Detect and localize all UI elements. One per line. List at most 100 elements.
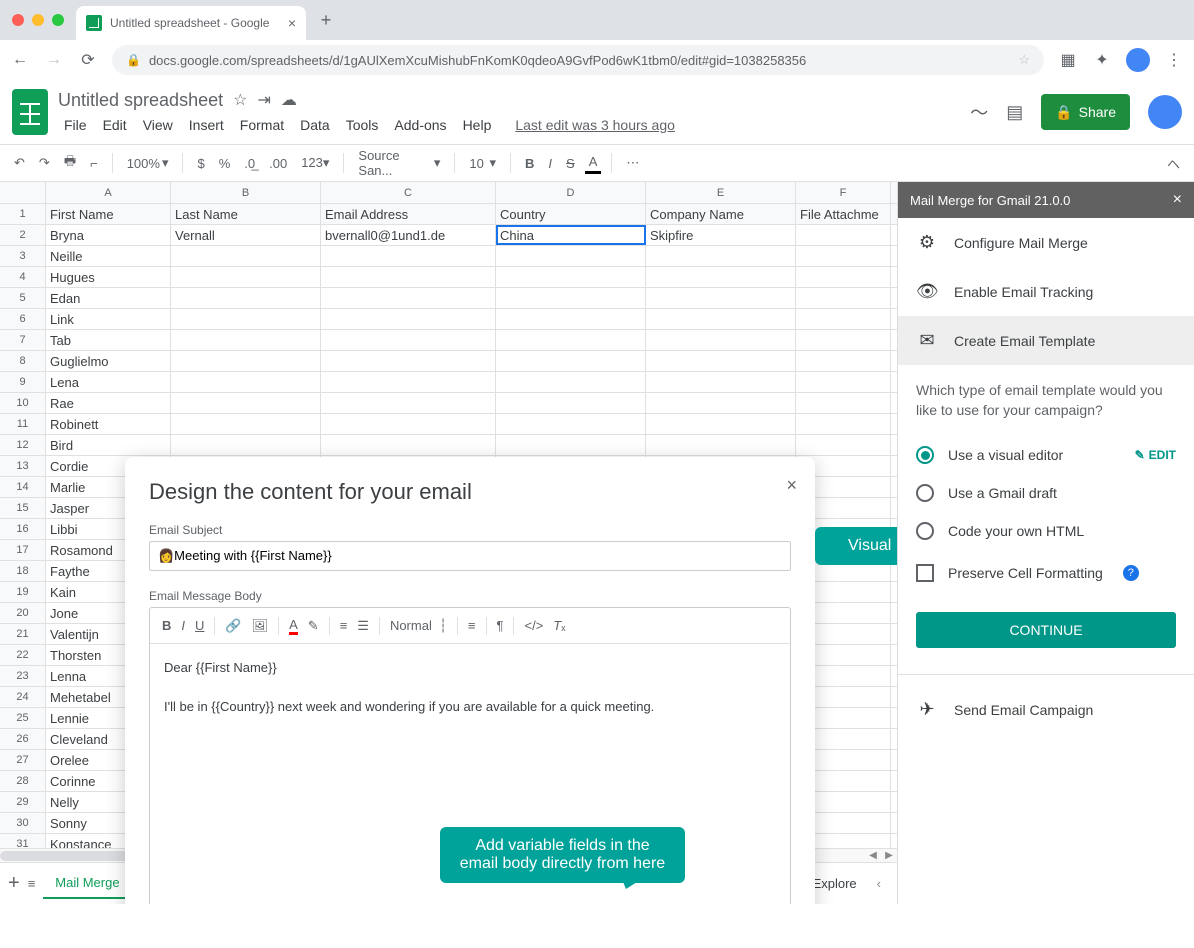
cell[interactable] bbox=[496, 246, 646, 266]
row-number[interactable]: 26 bbox=[0, 729, 46, 749]
cell[interactable]: Vernall bbox=[171, 225, 321, 245]
cloud-status-icon[interactable]: ☁ bbox=[281, 90, 297, 110]
radio-gmail-draft[interactable]: Use a Gmail draft bbox=[898, 474, 1194, 512]
radio-own-html[interactable]: Code your own HTML bbox=[898, 512, 1194, 550]
collapse-explore-icon[interactable]: ‹ bbox=[877, 876, 881, 891]
col-head-f[interactable]: F bbox=[796, 182, 891, 203]
paint-format-icon[interactable]: ⌐ bbox=[86, 154, 102, 173]
bold-icon[interactable]: B bbox=[521, 154, 538, 173]
account-avatar[interactable] bbox=[1148, 95, 1182, 129]
cell[interactable] bbox=[171, 330, 321, 350]
back-icon[interactable]: ← bbox=[10, 51, 30, 69]
sheets-logo-icon[interactable] bbox=[12, 89, 48, 135]
cell[interactable] bbox=[796, 246, 891, 266]
cell[interactable] bbox=[171, 351, 321, 371]
row-number[interactable]: 3 bbox=[0, 246, 46, 266]
cell[interactable] bbox=[496, 435, 646, 455]
more-toolbar-icon[interactable]: ⋯ bbox=[622, 153, 643, 173]
row-number[interactable]: 23 bbox=[0, 666, 46, 686]
cell[interactable] bbox=[796, 435, 891, 455]
cell[interactable] bbox=[171, 393, 321, 413]
new-tab-button[interactable]: + bbox=[312, 6, 340, 34]
cell[interactable]: Link bbox=[46, 309, 171, 329]
undo-icon[interactable]: ↶ bbox=[10, 153, 29, 173]
ed-italic-icon[interactable]: I bbox=[181, 618, 185, 633]
menu-addons[interactable]: Add-ons bbox=[388, 115, 452, 135]
menu-help[interactable]: Help bbox=[457, 115, 498, 135]
header-cell[interactable]: Country bbox=[496, 204, 646, 224]
ed-link-icon[interactable]: 🔗 bbox=[225, 618, 241, 634]
star-doc-icon[interactable]: ☆ bbox=[233, 90, 247, 110]
row-number[interactable]: 10 bbox=[0, 393, 46, 413]
scroll-left-icon[interactable]: ◀ bbox=[865, 849, 881, 862]
ed-bold-icon[interactable]: B bbox=[162, 618, 171, 633]
ed-underline-icon[interactable]: U bbox=[195, 618, 204, 633]
row-number[interactable]: 28 bbox=[0, 771, 46, 791]
menu-data[interactable]: Data bbox=[294, 115, 336, 135]
ed-image-icon[interactable]: 🖼 bbox=[252, 618, 269, 634]
cell[interactable] bbox=[496, 372, 646, 392]
row-number[interactable]: 5 bbox=[0, 288, 46, 308]
cell[interactable] bbox=[646, 267, 796, 287]
row-number[interactable]: 9 bbox=[0, 372, 46, 392]
row-number[interactable]: 11 bbox=[0, 414, 46, 434]
cell[interactable]: Lena bbox=[46, 372, 171, 392]
row-number[interactable]: 17 bbox=[0, 540, 46, 560]
cell[interactable] bbox=[796, 351, 891, 371]
sidebar-item-tracking[interactable]: 👁 Enable Email Tracking bbox=[898, 267, 1194, 316]
row-number[interactable]: 20 bbox=[0, 603, 46, 623]
dec-decrease-icon[interactable]: .0̲ bbox=[240, 154, 259, 173]
cell[interactable]: Edan bbox=[46, 288, 171, 308]
row-number[interactable]: 21 bbox=[0, 624, 46, 644]
cell[interactable] bbox=[646, 435, 796, 455]
redo-icon[interactable]: ↷ bbox=[35, 153, 54, 173]
cell[interactable] bbox=[321, 351, 496, 371]
cell[interactable]: Tab bbox=[46, 330, 171, 350]
add-sheet-icon[interactable]: + bbox=[8, 872, 20, 895]
cell[interactable] bbox=[496, 267, 646, 287]
cell[interactable] bbox=[496, 393, 646, 413]
continue-button[interactable]: CONTINUE bbox=[916, 612, 1176, 648]
italic-icon[interactable]: I bbox=[544, 154, 556, 173]
cell[interactable] bbox=[171, 309, 321, 329]
row-number[interactable]: 16 bbox=[0, 519, 46, 539]
cell[interactable]: bvernall0@1und1.de bbox=[321, 225, 496, 245]
all-sheets-icon[interactable]: ≡ bbox=[28, 876, 36, 891]
percent-icon[interactable]: % bbox=[215, 154, 235, 173]
header-cell[interactable]: Last Name bbox=[171, 204, 321, 224]
cell[interactable] bbox=[321, 267, 496, 287]
col-head-e[interactable]: E bbox=[646, 182, 796, 203]
row-number[interactable]: 27 bbox=[0, 750, 46, 770]
row-number[interactable]: 1 bbox=[0, 204, 46, 224]
move-doc-icon[interactable]: ⇥ bbox=[257, 90, 270, 110]
ed-rtl-icon[interactable]: ¶ bbox=[497, 618, 504, 633]
row-number[interactable]: 29 bbox=[0, 792, 46, 812]
cell[interactable] bbox=[321, 246, 496, 266]
browser-tab[interactable]: Untitled spreadsheet - Google × bbox=[76, 6, 306, 40]
zoom-select[interactable]: 100% ▾ bbox=[123, 153, 173, 173]
strike-icon[interactable]: S bbox=[562, 154, 579, 173]
menu-tools[interactable]: Tools bbox=[340, 115, 385, 135]
row-number[interactable]: 22 bbox=[0, 645, 46, 665]
row-number[interactable]: 2 bbox=[0, 225, 46, 245]
cell[interactable] bbox=[321, 372, 496, 392]
row-number[interactable]: 6 bbox=[0, 309, 46, 329]
reload-icon[interactable]: ⟳ bbox=[78, 50, 98, 70]
cell[interactable]: China bbox=[496, 225, 646, 245]
font-select[interactable]: Source San... ▾ bbox=[354, 146, 444, 180]
email-subject-input[interactable] bbox=[149, 541, 791, 571]
select-all-cell[interactable] bbox=[0, 182, 46, 203]
grid-icon[interactable]: ▦ bbox=[1058, 50, 1078, 70]
browser-menu-icon[interactable]: ⋮ bbox=[1164, 50, 1184, 70]
cell[interactable] bbox=[171, 414, 321, 434]
cell[interactable] bbox=[646, 330, 796, 350]
cell[interactable] bbox=[796, 393, 891, 413]
ed-ulist-icon[interactable]: ☰ bbox=[357, 618, 369, 634]
cell[interactable] bbox=[321, 309, 496, 329]
number-format-select[interactable]: 123▾ bbox=[297, 153, 333, 173]
text-color-icon[interactable]: A bbox=[585, 152, 602, 174]
print-icon[interactable]: 🖶 bbox=[60, 150, 80, 176]
cell[interactable] bbox=[321, 414, 496, 434]
cell[interactable] bbox=[646, 351, 796, 371]
share-button[interactable]: 🔒 Share bbox=[1041, 94, 1130, 130]
